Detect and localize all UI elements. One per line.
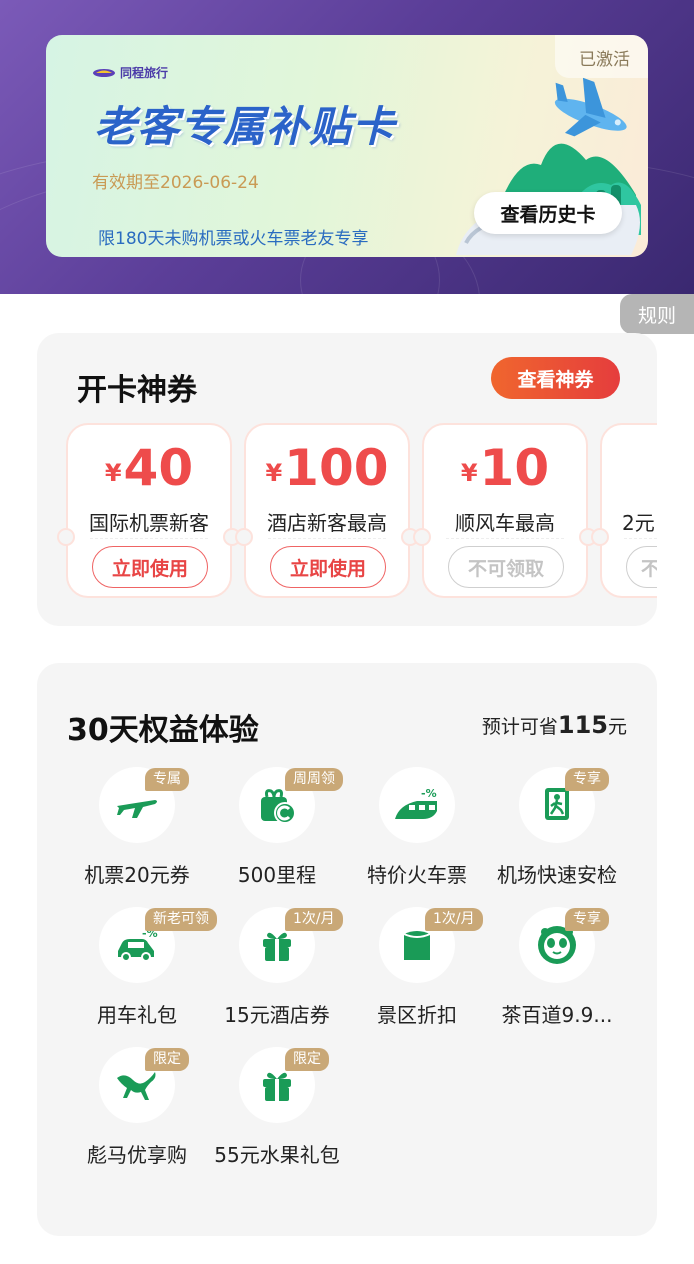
benefit-label: 机场快速安检 <box>497 863 617 887</box>
view-coupons-button[interactable]: 查看神券 <box>491 357 620 399</box>
benefit-item[interactable]: 1次/月 15元酒店券 <box>207 907 347 1031</box>
coupon-section-title: 开卡神券 <box>77 373 197 408</box>
benefit-badge: 1次/月 <box>285 908 343 931</box>
estimated-savings: 预计可省115元 <box>481 711 627 739</box>
benefit-badge: 专享 <box>565 908 609 931</box>
benefit-badge: 1次/月 <box>425 908 483 931</box>
benefit-label: 55元水果礼包 <box>214 1143 340 1167</box>
use-coupon-button[interactable]: 立即使用 <box>92 546 208 588</box>
brand-name: 同程旅行 <box>120 66 169 80</box>
coupon-amount: ¥10 <box>460 439 550 497</box>
coupon-notch <box>591 528 609 546</box>
svg-text:-%: -% <box>421 787 437 800</box>
benefit-item[interactable]: -% 新老可领 用车礼包 <box>67 907 217 1031</box>
benefit-label: 机票20元券 <box>84 863 190 887</box>
benefits-section-title: 30天权益体验 <box>67 713 259 748</box>
benefit-item[interactable]: -% 特价火车票 <box>347 767 487 891</box>
benefit-label: 茶百道9.9... <box>501 1003 613 1027</box>
benefit-badge: 专属 <box>145 768 189 791</box>
coupon-description: 2元 <box>622 511 655 535</box>
coupon-amount: ¥2 <box>642 439 657 497</box>
coupon-amount: ¥40 <box>104 439 194 497</box>
coupon-amount: ¥100 <box>265 439 389 497</box>
benefit-label: 15元酒店券 <box>224 1003 330 1027</box>
hero-banner: 同程旅行 老客专属补贴卡 有效期至2026-06-24 限180天未购机票或火车… <box>0 0 694 294</box>
benefit-item[interactable]: 专享 茶百道9.9... <box>487 907 627 1031</box>
benefit-badge: 限定 <box>285 1048 329 1071</box>
subsidy-card: 同程旅行 老客专属补贴卡 有效期至2026-06-24 限180天未购机票或火车… <box>46 35 648 257</box>
benefit-item[interactable]: 限定 55元水果礼包 <box>207 1047 347 1171</box>
coupon-divider <box>446 538 564 539</box>
card-status-badge: 已激活 <box>555 35 648 78</box>
card-validity: 有效期至2026-06-24 <box>92 173 259 193</box>
coupon-card[interactable]: ¥100 酒店新客最高 立即使用 <box>235 423 419 598</box>
benefit-badge: 限定 <box>145 1048 189 1071</box>
benefits-section: 30天权益体验 预计可省115元 专属 机票20元券 周周领 500里程 -% … <box>37 663 657 1236</box>
benefit-item[interactable]: 周周领 500里程 <box>207 767 347 891</box>
coupon-divider <box>90 538 208 539</box>
benefit-label: 用车礼包 <box>97 1003 177 1027</box>
train-discount-icon: -% <box>379 767 455 843</box>
rules-button[interactable]: 规则 <box>620 294 694 334</box>
use-coupon-button[interactable]: 立即使用 <box>270 546 386 588</box>
benefit-badge: 周周领 <box>285 768 343 791</box>
coupon-section: 开卡神券 查看神券 ¥40 国际机票新客 立即使用 ¥100 酒店新客最高 立即… <box>37 333 657 626</box>
coupon-description: 酒店新客最高 <box>267 511 387 535</box>
benefit-badge: 专享 <box>565 768 609 791</box>
card-title: 老客专属补贴卡 <box>94 102 396 151</box>
coupon-divider <box>268 538 386 539</box>
benefit-item[interactable]: 限定 彪马优享购 <box>67 1047 207 1171</box>
benefit-label: 彪马优享购 <box>87 1143 187 1167</box>
benefit-label: 景区折扣 <box>377 1003 457 1027</box>
brand-logo: 同程旅行 <box>92 64 168 81</box>
unavailable-coupon-button[interactable]: 不可领取 <box>448 546 564 588</box>
coupon-description: 国际机票新客 <box>89 511 209 535</box>
coupon-card[interactable]: ¥40 国际机票新客 立即使用 <box>57 423 241 598</box>
view-history-cards-button[interactable]: 查看历史卡 <box>474 192 622 234</box>
coupon-divider <box>624 538 657 539</box>
coupon-card[interactable]: ¥10 顺风车最高 不可领取 <box>413 423 597 598</box>
unavailable-coupon-button[interactable]: 不 <box>626 546 657 588</box>
brand-logo-icon <box>93 68 115 77</box>
card-eligibility: 限180天未购机票或火车票老友专享 <box>98 229 369 249</box>
coupon-card[interactable]: ¥2 2元 不 <box>591 423 657 598</box>
benefit-item[interactable]: 专享 机场快速安检 <box>487 767 627 891</box>
benefit-label: 特价火车票 <box>367 863 467 887</box>
benefit-item[interactable]: 1次/月 景区折扣 <box>347 907 487 1031</box>
benefit-item[interactable]: 专属 机票20元券 <box>67 767 207 891</box>
coupon-description: 顺风车最高 <box>455 511 555 535</box>
benefit-label: 500里程 <box>237 863 317 887</box>
